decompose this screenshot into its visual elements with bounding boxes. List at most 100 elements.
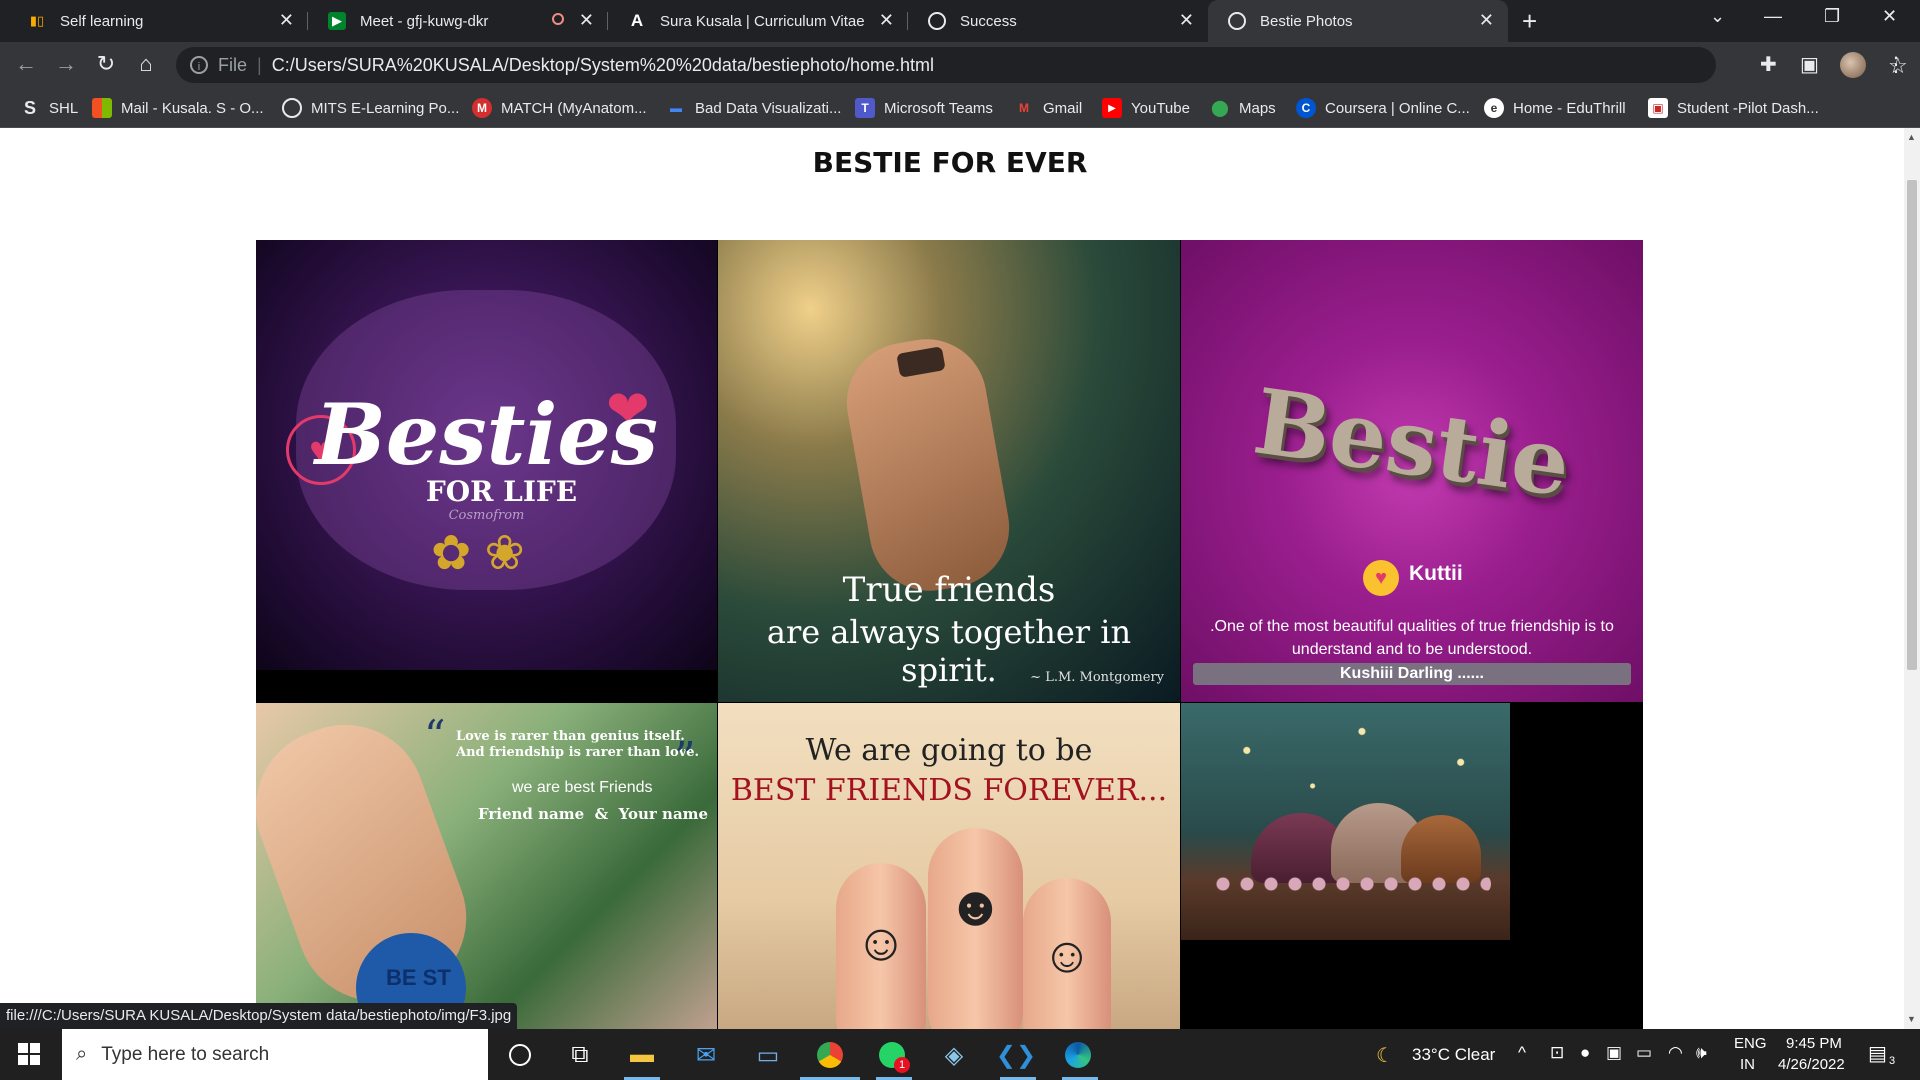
photo-finger-smileys[interactable]: We are going to be BEST FRIENDS FOREVER.… <box>718 703 1180 1029</box>
home-icon[interactable]: ⌂ <box>132 50 160 78</box>
close-icon[interactable]: ✕ <box>1479 10 1494 31</box>
tab-cv[interactable]: A Sura Kusala | Curriculum Vitae ✕ <box>608 0 908 42</box>
bookmarks-bar: S SHL Mail - Kusala. S - O... MITS E-Lear… <box>0 88 1920 128</box>
volume-icon[interactable]: 🕪 <box>1696 1043 1707 1063</box>
finger-smiley-3: ☺ <box>1023 878 1111 1029</box>
security-icon[interactable]: ▣ <box>1606 1043 1622 1063</box>
microsoft-icon <box>92 98 112 118</box>
student-icon: ▣ <box>1648 98 1668 118</box>
bookmark-gmail[interactable]: M Gmail <box>1014 88 1082 128</box>
close-icon[interactable]: ✕ <box>579 10 594 31</box>
new-tab-button[interactable]: + <box>1522 6 1537 37</box>
tab-meet[interactable]: ▶ Meet - gfj-kuwg-dkr ✕ <box>308 0 608 42</box>
forward-icon[interactable]: → <box>52 50 80 78</box>
photo-true-friends[interactable]: True friends are always together in spir… <box>718 240 1180 702</box>
photo-bags-bokeh[interactable] <box>1181 703 1510 940</box>
address-bar[interactable]: i File | C:/Users/SURA%20KUSALA/Desktop/… <box>176 47 1908 83</box>
globe-icon <box>282 98 302 118</box>
scroll-down-icon[interactable]: ▼ <box>1907 1014 1916 1024</box>
minimize-icon[interactable]: — <box>1764 6 1782 27</box>
page-content: BESTIE FOR EVER ♥ ❤ Besties FOR LIFE Cos… <box>0 128 1904 1029</box>
globe-icon <box>1228 12 1246 30</box>
taskbar-search[interactable]: ⌕ Type here to search <box>62 1029 488 1080</box>
bookmark-youtube[interactable]: ▶ YouTube <box>1102 88 1190 128</box>
tab-strip: ▮▯ Self learning ✕ ▶ Meet - gfj-kuwg-dkr… <box>0 0 1920 42</box>
photo-heart-pieces[interactable]: BE ST “ Love is rarer than genius itself… <box>256 703 717 1029</box>
flowers-image <box>1211 873 1491 895</box>
letter-s-icon: S <box>23 97 36 118</box>
info-icon[interactable]: i <box>190 56 208 74</box>
file-explorer-icon[interactable]: ▬ <box>626 1039 658 1071</box>
close-quote-icon: ” <box>674 733 696 782</box>
whatsapp-icon[interactable]: 1 <box>876 1039 910 1073</box>
battery-icon[interactable]: ▭ <box>1636 1043 1652 1063</box>
clock-date[interactable]: 4/26/2022 <box>1778 1056 1845 1073</box>
scrollbar-thumb[interactable] <box>1907 180 1917 670</box>
photo-besties-for-life[interactable]: ♥ ❤ Besties FOR LIFE Cosmofrom ✿ ❀ <box>256 240 717 670</box>
bookmark-bad-data[interactable]: ▬ Bad Data Visualizati... <box>666 88 841 128</box>
side-panel-icon[interactable]: ▣ <box>1800 52 1819 77</box>
smiley-face-icon: ☻ <box>946 874 1005 937</box>
bookmark-shl[interactable]: S SHL <box>20 88 78 128</box>
tab-self-learning[interactable]: ▮▯ Self learning ✕ <box>8 0 308 42</box>
edge-icon[interactable] <box>1062 1039 1094 1071</box>
close-window-icon[interactable]: ✕ <box>1882 6 1897 27</box>
smiley-face-icon: ☺ <box>854 914 908 972</box>
menu-icon[interactable]: ⋮ <box>1886 52 1906 77</box>
notification-icon[interactable]: ▤ <box>1868 1041 1887 1066</box>
dash-icon: ▬ <box>670 101 682 115</box>
coursera-icon: C <box>1296 98 1316 118</box>
emoji-heart-eyes-icon: ♥ <box>1363 560 1399 596</box>
clock-time[interactable]: 9:45 PM <box>1786 1035 1842 1052</box>
bookmark-mail[interactable]: Mail - Kusala. S - O... <box>92 88 264 128</box>
mail-icon[interactable]: ✉ <box>690 1039 722 1071</box>
recording-icon <box>552 13 564 25</box>
network-device-icon[interactable]: ⊡ <box>1550 1043 1564 1063</box>
laptop-app-icon[interactable]: ▭ <box>752 1039 784 1071</box>
chevron-up-icon[interactable]: ^ <box>1518 1043 1526 1063</box>
restore-icon[interactable]: ❐ <box>1824 6 1840 27</box>
tab-bestie-photos[interactable]: Bestie Photos ✕ <box>1208 0 1508 42</box>
back-icon[interactable]: ← <box>12 50 40 78</box>
language-indicator[interactable]: ENG <box>1734 1035 1767 1052</box>
close-icon[interactable]: ✕ <box>279 10 294 31</box>
letter-a-icon: A <box>630 11 644 30</box>
close-icon[interactable]: ✕ <box>879 10 894 31</box>
bookmark-match[interactable]: M MATCH (MyAnatom... <box>472 88 647 128</box>
microphone-icon[interactable]: ● <box>1580 1043 1590 1063</box>
bookmark-teams[interactable]: T Microsoft Teams <box>855 88 993 128</box>
windows-start-icon[interactable] <box>18 1043 40 1065</box>
weather-text[interactable]: 33°C Clear <box>1412 1045 1495 1065</box>
task-view-icon[interactable]: ⧉ <box>564 1039 596 1071</box>
close-icon[interactable]: ✕ <box>1179 10 1194 31</box>
m-icon: M <box>472 98 492 118</box>
cortana-icon[interactable] <box>504 1039 536 1071</box>
browser-toolbar: ← → ↻ ⌂ i File | C:/Users/SURA%20KUSALA/… <box>0 42 1920 88</box>
extensions-icon[interactable]: ✚ <box>1760 52 1777 77</box>
avatar[interactable] <box>1840 52 1866 78</box>
wifi-icon[interactable]: ◠ <box>1668 1043 1683 1063</box>
chrome-icon[interactable] <box>814 1039 846 1071</box>
tab-search-icon[interactable]: ⌄ <box>1710 6 1725 27</box>
bookmark-student[interactable]: ▣ Student -Pilot Dash... <box>1648 88 1819 128</box>
reload-icon[interactable]: ↻ <box>92 50 120 78</box>
bookmark-coursera[interactable]: C Coursera | Online C... <box>1296 88 1470 128</box>
maps-icon: ⬤ <box>1211 100 1229 117</box>
finger-smiley-2: ☻ <box>928 828 1023 1029</box>
scroll-up-icon[interactable]: ▲ <box>1907 132 1916 142</box>
page-scrollbar[interactable]: ▲ ▼ <box>1904 128 1920 1029</box>
bookmark-mits[interactable]: MITS E-Learning Po... <box>282 88 459 128</box>
bar-chart-icon: ▮▯ <box>29 13 45 28</box>
notes-app-icon[interactable]: ◈ <box>938 1039 970 1071</box>
page-title: BESTIE FOR EVER <box>812 146 1088 179</box>
photo-gallery: ♥ ❤ Besties FOR LIFE Cosmofrom ✿ ❀ True … <box>256 240 1643 1029</box>
search-icon: ⌕ <box>76 1043 88 1065</box>
photo-bestie-3d[interactable]: Bestie ♥ Kuttii .One of the most beautif… <box>1181 240 1643 702</box>
vscode-icon[interactable]: ❮❯ <box>996 1039 1036 1071</box>
status-bar-url: file:///C:/Users/SURA KUSALA/Desktop/Sys… <box>0 1003 518 1029</box>
bookmark-eduthrill[interactable]: e Home - EduThrill <box>1484 88 1626 128</box>
eduthrill-icon: e <box>1484 98 1504 118</box>
bookmark-maps[interactable]: ⬤ Maps <box>1210 88 1276 128</box>
flower-icon: ✿ ❀ <box>431 527 525 580</box>
tab-success[interactable]: Success ✕ <box>908 0 1208 42</box>
